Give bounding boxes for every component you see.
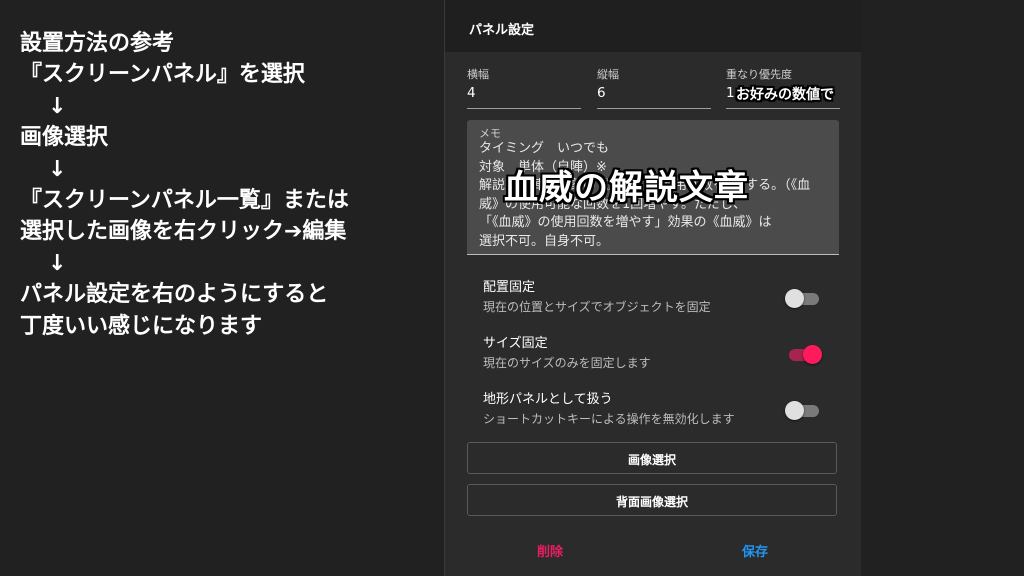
toggle-title: 配置固定 bbox=[483, 280, 536, 295]
toggle-title: 地形パネルとして扱う bbox=[483, 392, 613, 407]
instruction-line: 選択した画像を右クリック➔編集 bbox=[20, 219, 347, 245]
instruction-line: 『スクリーンパネル一覧』または bbox=[20, 188, 349, 214]
toggle-row-terrain-panel: 地形パネルとして扱う ショートカットキーによる操作を無効化します bbox=[483, 388, 823, 428]
height-field[interactable]: 縦幅 6 bbox=[597, 66, 711, 109]
panel-title: パネル設定 bbox=[469, 23, 535, 38]
arrow-down-icon: ↓ bbox=[48, 156, 67, 182]
toggle-title: サイズ固定 bbox=[483, 336, 548, 351]
priority-callout: お好みの数値で bbox=[736, 87, 834, 103]
instruction-line: 丁度いい感じになります bbox=[20, 313, 263, 339]
select-image-button[interactable]: 画像選択 bbox=[467, 442, 837, 474]
switch-knob bbox=[785, 401, 804, 420]
priority-label: 重なり優先度 bbox=[726, 68, 792, 81]
width-field[interactable]: 横幅 4 bbox=[467, 66, 581, 109]
instruction-line: 画像選択 bbox=[20, 125, 109, 151]
save-button[interactable]: 保存 bbox=[742, 541, 768, 560]
toggle-row-fix-position: 配置固定 現在の位置とサイズでオブジェクトを固定 bbox=[483, 276, 823, 316]
memo-label: メモ bbox=[479, 127, 501, 140]
toggle-description: 現在のサイズのみを固定します bbox=[483, 356, 651, 370]
toggle-description: 現在の位置とサイズでオブジェクトを固定 bbox=[483, 300, 711, 314]
switch-knob bbox=[785, 289, 804, 308]
panel-header: パネル設定 bbox=[445, 0, 861, 52]
memo-callout: 血威の解説文章 bbox=[504, 168, 749, 208]
arrow-down-icon: ↓ bbox=[48, 93, 67, 119]
instructions-text: 設置方法の参考 『スクリーンパネル』を選択 ↓ 画像選択 ↓ 『スクリーンパネル… bbox=[20, 28, 430, 342]
fix-size-switch[interactable] bbox=[785, 344, 822, 364]
instruction-line: パネル設定を右のようにすると bbox=[20, 282, 329, 308]
height-label: 縦幅 bbox=[597, 68, 619, 81]
toggle-description: ショートカットキーによる操作を無効化します bbox=[483, 412, 735, 426]
switch-knob bbox=[803, 345, 822, 364]
width-label: 横幅 bbox=[467, 68, 489, 81]
arrow-down-icon: ↓ bbox=[48, 250, 67, 276]
fix-position-switch[interactable] bbox=[785, 288, 821, 308]
terrain-panel-switch[interactable] bbox=[785, 400, 821, 420]
delete-button[interactable]: 削除 bbox=[537, 541, 563, 560]
instruction-line: 設置方法の参考 bbox=[20, 31, 175, 56]
priority-input[interactable]: 1 bbox=[726, 85, 735, 101]
instruction-line: 『スクリーンパネル』を選択 bbox=[20, 62, 305, 88]
height-input[interactable]: 6 bbox=[597, 85, 606, 101]
toggle-row-fix-size: サイズ固定 現在のサイズのみを固定します bbox=[483, 332, 823, 372]
select-back-image-button[interactable]: 背面画像選択 bbox=[467, 484, 837, 516]
width-input[interactable]: 4 bbox=[467, 85, 476, 101]
